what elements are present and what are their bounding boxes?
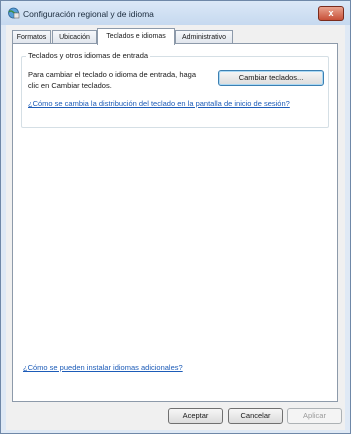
apply-button[interactable]: Aplicar bbox=[287, 408, 342, 424]
tab-ubicacion[interactable]: Ubicación bbox=[52, 30, 97, 43]
keyboards-description: Para cambiar el teclado o idioma de entr… bbox=[28, 70, 197, 90]
tab-administrativo[interactable]: Administrativo bbox=[175, 30, 233, 43]
tab-formatos[interactable]: Formatos bbox=[12, 30, 51, 43]
install-languages-link[interactable]: ¿Cómo se pueden instalar idiomas adicion… bbox=[23, 362, 183, 373]
close-button[interactable]: x bbox=[318, 6, 344, 21]
dialog-client: Formatos Ubicación Teclados e idiomas Ad… bbox=[6, 25, 345, 430]
tab-panel: Teclados y otros idiomas de entrada Para… bbox=[12, 43, 338, 402]
change-keyboards-button[interactable]: Cambiar teclados... bbox=[218, 70, 324, 86]
keyboard-layout-help-link[interactable]: ¿Cómo se cambia la distribución del tecl… bbox=[28, 98, 324, 109]
window-title: Configuración regional y de idioma bbox=[23, 9, 154, 19]
keyboards-groupbox: Teclados y otros idiomas de entrada Para… bbox=[21, 51, 329, 128]
group-title: Teclados y otros idiomas de entrada bbox=[26, 51, 151, 60]
cancel-button[interactable]: Cancelar bbox=[228, 408, 283, 424]
ok-button[interactable]: Aceptar bbox=[168, 408, 223, 424]
dialog-window: Configuración regional y de idioma x For… bbox=[0, 0, 351, 434]
tab-teclados-e-idiomas[interactable]: Teclados e idiomas bbox=[97, 28, 175, 45]
globe-icon bbox=[8, 7, 20, 19]
close-icon: x bbox=[328, 8, 334, 18]
title-bar[interactable]: Configuración regional y de idioma x bbox=[1, 1, 350, 25]
